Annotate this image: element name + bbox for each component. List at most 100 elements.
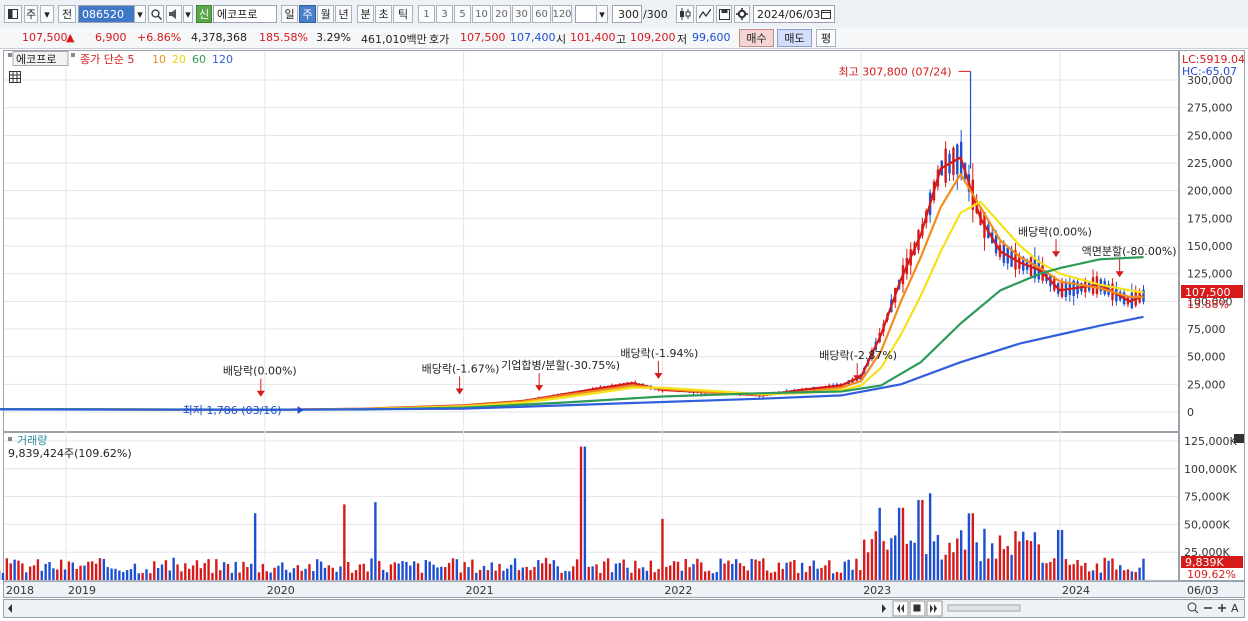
zoom-slider[interactable] bbox=[947, 604, 1021, 612]
tab-period-week[interactable]: 주 bbox=[299, 5, 316, 23]
code-dropdown-icon[interactable]: ▾ bbox=[134, 5, 146, 23]
volume-bar bbox=[79, 565, 82, 580]
ask-price: 107,500 bbox=[460, 31, 506, 44]
legend-ma20[interactable]: 20 bbox=[172, 53, 186, 66]
font-size-icon[interactable]: A bbox=[1231, 602, 1239, 615]
volume-bar bbox=[688, 567, 691, 580]
volume-bar bbox=[331, 567, 334, 580]
eval-button[interactable]: 평 bbox=[816, 29, 836, 47]
volume-bar bbox=[1072, 564, 1075, 580]
volume-bar bbox=[83, 565, 86, 580]
volume-bar bbox=[890, 538, 893, 580]
volume-bar bbox=[742, 566, 746, 580]
volume-bar bbox=[1022, 531, 1025, 580]
y-tick-label: 25,000 bbox=[1187, 378, 1226, 391]
interval-3[interactable]: 3 bbox=[436, 5, 453, 23]
candle-type-icon[interactable] bbox=[676, 5, 694, 23]
volume-bar bbox=[1122, 570, 1126, 580]
tab-period-day[interactable]: 일 bbox=[281, 5, 298, 23]
min-price-label: 최저 1,786 (03/16) bbox=[183, 404, 282, 417]
save-icon[interactable] bbox=[716, 5, 732, 23]
volume-bar bbox=[544, 557, 548, 580]
volume-bar bbox=[727, 560, 730, 580]
volume-bar bbox=[114, 568, 117, 580]
volume-bar bbox=[242, 561, 245, 580]
interval-60[interactable]: 60 bbox=[532, 5, 551, 23]
interval-120[interactable]: 120 bbox=[552, 5, 572, 23]
volume-bar bbox=[102, 558, 106, 580]
volume-bar bbox=[1056, 529, 1060, 580]
volume-bar bbox=[614, 563, 618, 580]
legend-ma5[interactable]: 종가 단순 5 bbox=[80, 53, 134, 66]
x-tick-label: 2021 bbox=[466, 584, 494, 597]
close-panel-icon[interactable] bbox=[1234, 434, 1244, 443]
interval-dropdown-icon[interactable]: ▾ bbox=[596, 5, 608, 23]
window-menu-icon[interactable] bbox=[4, 5, 22, 23]
stock-name-field[interactable]: 에코프로 bbox=[213, 5, 277, 23]
interval-5[interactable]: 5 bbox=[454, 5, 471, 23]
indicator-icon[interactable] bbox=[696, 5, 714, 23]
volume-bar bbox=[870, 539, 874, 580]
tab-period-month[interactable]: 월 bbox=[317, 5, 334, 23]
code-input[interactable]: 086520 bbox=[78, 5, 136, 23]
count-input[interactable]: 300 bbox=[612, 5, 642, 23]
volume-bar bbox=[463, 562, 466, 580]
volume-bar bbox=[824, 565, 827, 580]
volume-bar bbox=[323, 567, 327, 580]
volume-bar bbox=[222, 562, 226, 580]
gear-icon[interactable] bbox=[734, 5, 750, 23]
legend-ma120[interactable]: 120 bbox=[212, 53, 233, 66]
period-select[interactable]: 주 bbox=[24, 5, 38, 23]
volume-bar bbox=[145, 569, 148, 580]
volume-bar bbox=[804, 572, 808, 580]
interval-1[interactable]: 1 bbox=[418, 5, 435, 23]
prev-button[interactable]: 전 bbox=[58, 5, 76, 23]
x-tick-label: 2019 bbox=[68, 584, 96, 597]
volume-bar bbox=[711, 573, 715, 580]
search-icon[interactable] bbox=[148, 5, 164, 23]
volume-bar bbox=[246, 567, 249, 580]
calendar-icon[interactable] bbox=[821, 9, 831, 22]
volume-bar bbox=[1064, 559, 1068, 580]
tab-period-year[interactable]: 년 bbox=[335, 5, 352, 23]
interval-10[interactable]: 10 bbox=[472, 5, 491, 23]
count-total: /300 bbox=[643, 8, 668, 21]
volume-bar bbox=[599, 572, 602, 580]
buy-button[interactable]: 매수 bbox=[739, 29, 774, 47]
volume-bar bbox=[1053, 558, 1056, 580]
bottom-scroll-bar[interactable] bbox=[3, 599, 1245, 618]
volume-bar bbox=[32, 565, 36, 580]
volume-bar bbox=[153, 561, 156, 580]
volume-bar bbox=[948, 542, 951, 580]
volume-bar bbox=[5, 558, 9, 580]
volume-bar bbox=[816, 568, 819, 580]
period-dropdown-icon[interactable]: ▾ bbox=[40, 5, 54, 23]
volume-bar bbox=[184, 563, 187, 580]
sell-button[interactable]: 매도 bbox=[777, 29, 812, 47]
volume-bar bbox=[998, 535, 1002, 580]
legend-ma60[interactable]: 60 bbox=[192, 53, 206, 66]
volume-bar bbox=[13, 559, 16, 580]
volume-bar bbox=[156, 568, 160, 580]
legend-ma10[interactable]: 10 bbox=[152, 53, 166, 66]
volume-bar bbox=[164, 560, 168, 580]
tab-period-tick[interactable]: 틱 bbox=[393, 5, 413, 23]
volume-bar bbox=[478, 569, 482, 580]
open-label: 시 bbox=[556, 33, 567, 46]
speaker-icon[interactable] bbox=[166, 5, 182, 23]
volume-bar bbox=[641, 567, 645, 580]
interval-30[interactable]: 30 bbox=[512, 5, 531, 23]
table-icon[interactable] bbox=[9, 71, 21, 83]
volume-bar bbox=[618, 562, 621, 580]
playback-controls[interactable] bbox=[892, 600, 943, 617]
volume-bar bbox=[366, 571, 369, 580]
volume-bar bbox=[975, 542, 978, 580]
speaker-dropdown-icon[interactable]: ▾ bbox=[183, 5, 193, 23]
volume-ratio: 185.58% bbox=[259, 31, 308, 44]
volume-bar bbox=[401, 561, 404, 580]
tab-period-minute[interactable]: 분 bbox=[357, 5, 374, 23]
volume-bar bbox=[335, 571, 338, 580]
interval-20[interactable]: 20 bbox=[492, 5, 511, 23]
tab-period-second[interactable]: 초 bbox=[375, 5, 392, 23]
credit-badge: 신 bbox=[196, 5, 212, 23]
